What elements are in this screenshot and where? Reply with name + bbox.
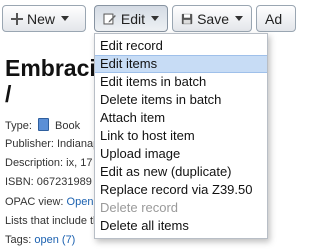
opac-link[interactable]: Open [67,196,94,208]
chevron-down-icon [61,16,70,21]
tags-count: (7) [61,234,76,246]
record-isbn-row: ISBN: 067231989 [5,176,92,188]
type-label: Type: [5,120,32,132]
book-icon [37,118,49,131]
menu-item-delete-all-items[interactable]: Delete all items [95,217,267,235]
record-description-row: Description: ix, 17 [5,157,92,169]
record-tags-row: Tags: open (7) [5,234,75,246]
isbn-value: 067231989 [36,176,92,188]
menu-item-attach-item[interactable]: Attach item [95,109,267,127]
floppy-disk-icon [181,13,193,24]
add-to-button[interactable]: Ad [256,5,296,32]
publisher-value: Indianap [56,138,100,150]
menu-item-delete-record: Delete record [100,200,179,215]
menu-item-edit-record[interactable]: Edit record [95,37,267,55]
add-to-button-label: Ad [265,10,283,27]
opac-label: OPAC view: [5,196,64,208]
menu-item-edit-items[interactable]: Edit items [95,55,267,73]
record-title-separator: / [5,81,12,107]
pencil-icon [103,13,116,24]
new-button[interactable]: New [2,5,86,32]
plus-icon [11,12,23,25]
edit-dropdown-menu: Edit record Edit items Edit items in bat… [94,33,268,239]
menu-item-link-to-host-item[interactable]: Link to host item [95,127,267,145]
edit-button-label: Edit [120,10,145,27]
tags-label: Tags: [5,234,32,246]
publisher-label: Publisher: [5,138,54,150]
new-button-label: New [27,10,56,27]
menu-item-edit-as-new[interactable]: Edit as new (duplicate) [95,163,267,181]
record-publisher-row: Publisher: Indianap [5,138,99,150]
record-type-row: Type: Book [5,118,80,132]
tags-link[interactable]: open [34,234,58,246]
isbn-label: ISBN: [5,176,34,188]
menu-item-edit-items-in-batch[interactable]: Edit items in batch [95,73,267,91]
menu-item-delete-items-in-batch[interactable]: Delete items in batch [95,91,267,109]
chevron-down-icon [151,16,159,21]
description-value: ix, 17 [66,157,93,169]
type-value: Book [55,120,81,132]
save-button[interactable]: Save [172,5,252,32]
menu-item-replace-record-z3950[interactable]: Replace record via Z39.50 [95,181,267,199]
save-button-label: Save [197,10,229,27]
edit-button[interactable]: Edit [94,5,168,32]
record-lists-row: Lists that include th [5,215,100,227]
menu-item-upload-image[interactable]: Upload image [95,145,267,163]
record-opac-row: OPAC view: Open [5,196,93,208]
description-label: Description: [5,157,64,169]
chevron-down-icon [235,16,243,21]
